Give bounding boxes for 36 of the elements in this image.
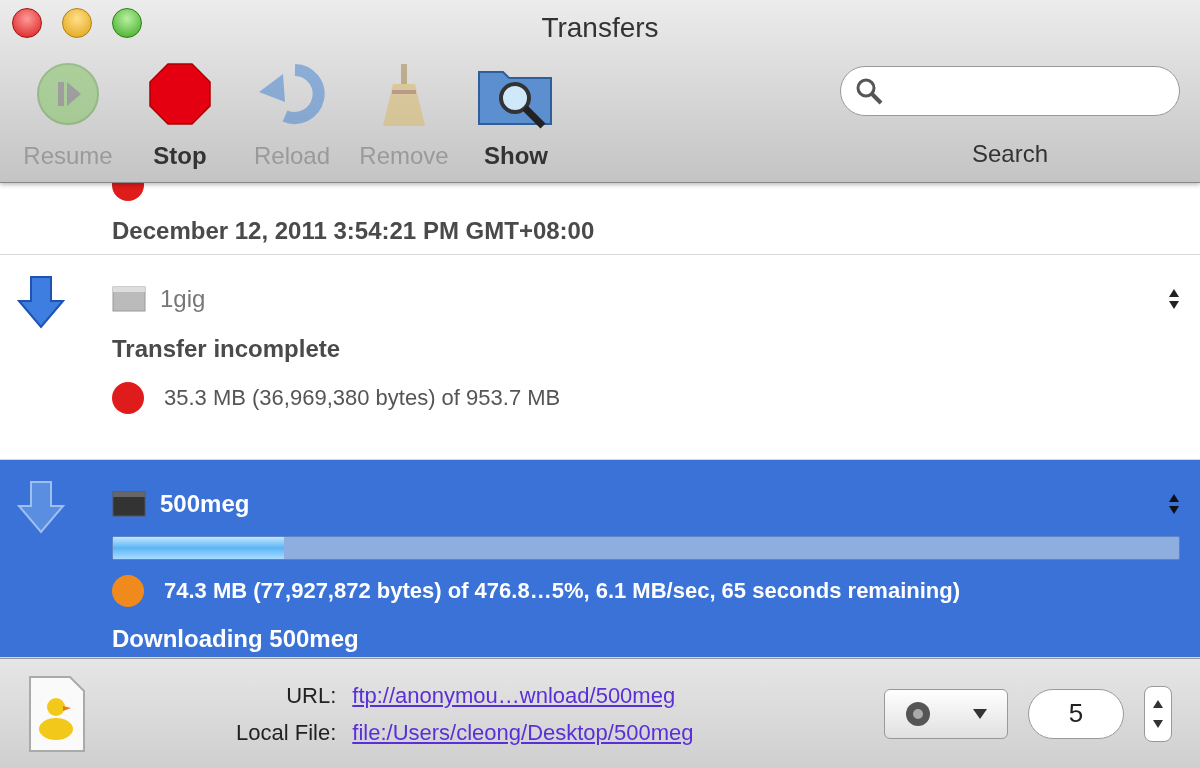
url-label: URL:: [285, 681, 337, 710]
transfer-name: 1gig: [160, 284, 206, 314]
local-file-link[interactable]: file:/Users/cleong/Desktop/500meg: [352, 715, 694, 749]
file-icon: [112, 286, 146, 312]
local-file-label: Local File:: [236, 718, 337, 747]
window-title: Transfers: [541, 11, 659, 45]
transfer-progress-text: 35.3 MB (36,969,380 bytes) of 953.7 MB: [164, 384, 561, 412]
zoom-button[interactable]: [112, 8, 142, 38]
stop-sign-icon: [148, 62, 212, 126]
search-icon: [855, 77, 883, 105]
connections-field[interactable]: 5: [1028, 688, 1124, 739]
transfer-name: 500meg: [160, 489, 250, 519]
dial-icon: [905, 700, 931, 727]
toolbar-button[interactable]: Stop: [124, 58, 236, 174]
transfer-status: Downloading 500meg: [112, 624, 359, 654]
toolbar-button[interactable]: Show: [460, 58, 572, 174]
close-button[interactable]: [12, 8, 42, 38]
transfer-row[interactable]: December 12, 2011 3:54:21 PM GMT+08:00: [0, 183, 1200, 255]
download-arrow-icon: [17, 480, 65, 536]
duck-document-icon: [28, 674, 86, 753]
resume-icon: [36, 62, 100, 126]
download-arrow-icon: [17, 275, 65, 331]
transfer-status: Transfer incomplete: [112, 334, 341, 364]
stepper[interactable]: [1144, 685, 1172, 742]
transfer-row[interactable]: 500meg 74.3 MB (77,927,872 bytes) of 476.8…5%, 6.1 MB/sec, 65 seconds remaining) Downloading 500meg: [0, 460, 1200, 658]
updown-arrows-icon: [1168, 492, 1180, 516]
bandwidth-dropdown[interactable]: [884, 688, 1008, 739]
file-icon: [112, 491, 146, 517]
minimize-button[interactable]: [62, 8, 92, 38]
search-field[interactable]: [840, 66, 1180, 116]
search-label: Search: [971, 139, 1048, 169]
transfer-status: December 12, 2011 3:54:21 PM GMT+08:00: [112, 216, 595, 246]
url-link[interactable]: ftp://anonymou…wnload/500meg: [352, 678, 694, 712]
caret-icon: [973, 708, 987, 719]
updown-arrows-icon: [1168, 287, 1180, 311]
transfer-progress-text: 74.3 MB (77,927,872 bytes) of 476.8…5%, 6.1 MB/sec, 65 seconds remaining): [164, 577, 961, 605]
